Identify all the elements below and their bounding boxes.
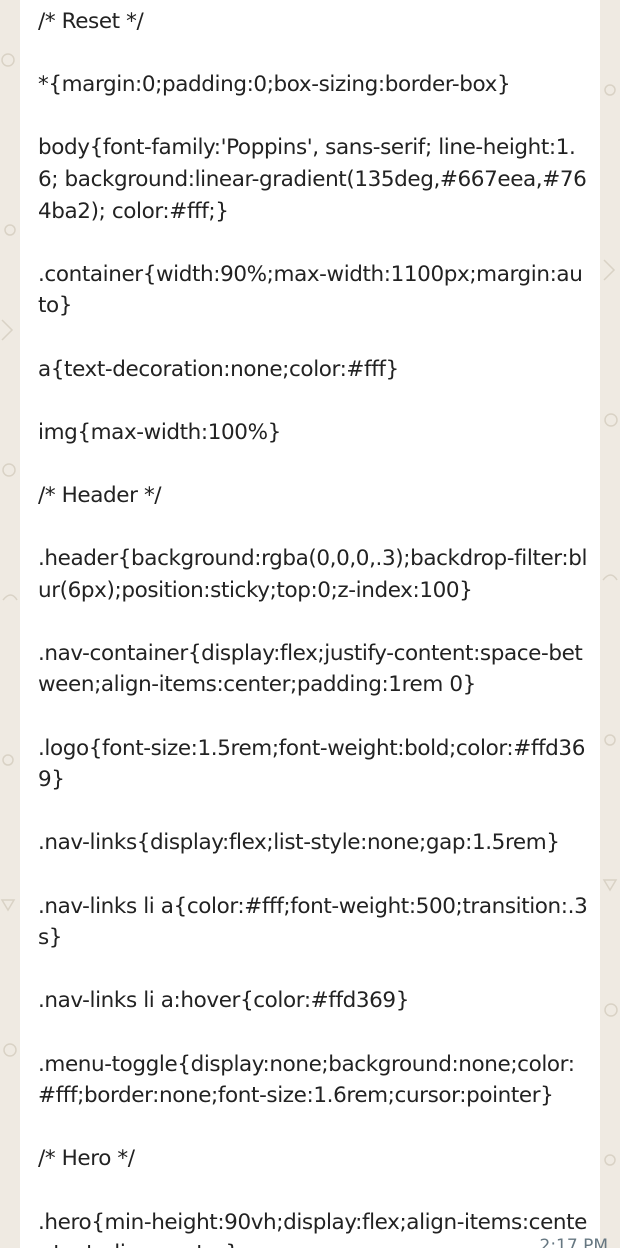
- message-bubble[interactable]: /* Reset */ *{margin:0;padding:0;box-siz…: [20, 0, 600, 1248]
- message-timestamp: 2:17 PM: [539, 1236, 609, 1248]
- message-text: /* Reset */ *{margin:0;padding:0;box-siz…: [38, 9, 588, 1248]
